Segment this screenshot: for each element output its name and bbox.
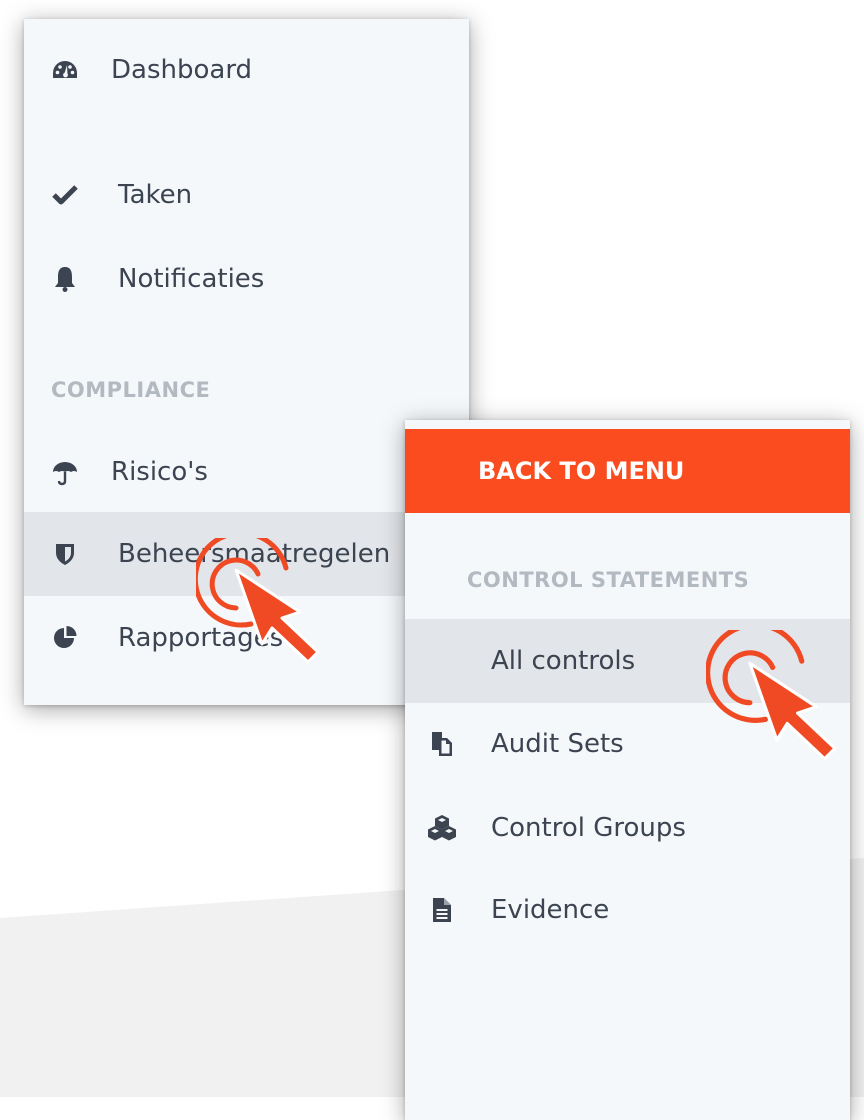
menu-item-dashboard[interactable]: Dashboard (24, 28, 469, 112)
menu-item-risicos[interactable]: Risico's (24, 430, 469, 514)
menu-item-label: Risico's (111, 457, 208, 487)
menu-item-evidence[interactable]: Evidence (405, 868, 850, 952)
copy-icon (427, 729, 457, 759)
dashboard-icon (50, 55, 80, 85)
menu-item-notificaties[interactable]: Notificaties (24, 237, 469, 321)
sub-menu-panel: BACK TO MENU CONTROL STATEMENTS All cont… (405, 420, 850, 1120)
menu-item-label: Audit Sets (491, 729, 624, 759)
pie-chart-icon (50, 623, 80, 653)
menu-item-label: Taken (118, 180, 193, 210)
menu-item-label: Control Groups (491, 813, 686, 843)
menu-item-label: Dashboard (111, 55, 253, 85)
menu-item-label: Rapportages (118, 623, 284, 653)
menu-item-audit-sets[interactable]: Audit Sets (405, 702, 850, 786)
shield-icon (50, 539, 80, 569)
menu-item-beheersmaatregelen[interactable]: Beheersmaatregelen > (24, 512, 469, 596)
menu-item-label: Beheersmaatregelen (118, 539, 391, 569)
section-title-compliance: COMPLIANCE (51, 378, 211, 402)
menu-item-control-groups[interactable]: Control Groups (405, 786, 850, 870)
back-to-menu-label: BACK TO MENU (478, 457, 685, 485)
menu-item-all-controls[interactable]: All controls (405, 619, 850, 703)
umbrella-icon (50, 457, 80, 487)
menu-item-rapportages[interactable]: Rapportages > (24, 596, 469, 680)
bell-icon (50, 264, 80, 294)
main-menu-panel: Dashboard Taken Notificaties COMPLIANCE … (24, 19, 469, 705)
menu-item-label: All controls (491, 646, 636, 676)
menu-item-label: Evidence (491, 895, 610, 925)
cubes-icon (427, 813, 457, 843)
menu-item-taken[interactable]: Taken (24, 153, 469, 237)
document-icon (427, 895, 457, 925)
menu-item-label: Notificaties (118, 264, 265, 294)
check-icon (50, 180, 80, 210)
back-to-menu-button[interactable]: BACK TO MENU (405, 429, 850, 513)
section-title-control-statements: CONTROL STATEMENTS (467, 568, 750, 592)
